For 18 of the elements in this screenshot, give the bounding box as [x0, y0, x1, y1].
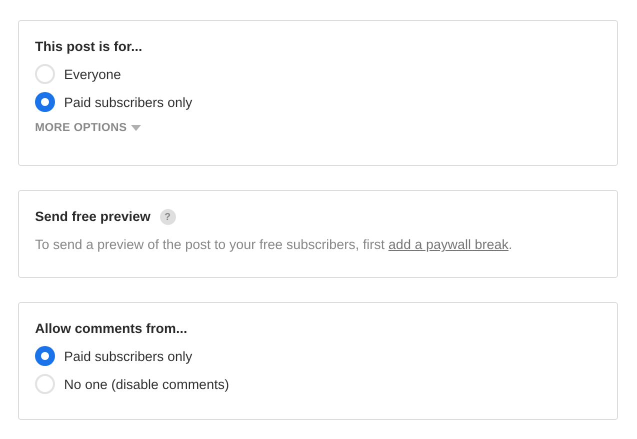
section-title: Send free preview [35, 208, 151, 226]
section-title: This post is for... [35, 38, 142, 56]
radio-button[interactable] [35, 346, 55, 366]
description-text: To send a preview of the post to your free subscribers, first add a paywall break. [35, 236, 514, 254]
radio-button[interactable] [35, 92, 55, 112]
radio-button[interactable] [35, 64, 55, 84]
option-label: Paid subscribers only [64, 348, 192, 364]
option-label: Everyone [64, 66, 122, 82]
radio-option[interactable]: Paid subscribers only [35, 346, 601, 366]
option-label: Paid subscribers only [64, 94, 192, 110]
radio-option[interactable]: Paid subscribers only [35, 92, 601, 112]
radio-button[interactable] [35, 374, 55, 394]
radio-option[interactable]: Everyone [35, 64, 601, 84]
caret-icon [130, 125, 141, 131]
paywall-link[interactable]: add a paywall break [388, 237, 508, 252]
option-label: No one (disable comments) [64, 376, 230, 392]
section-title: Allow comments from... [35, 320, 188, 338]
radio-option[interactable]: No one (disable comments) [35, 374, 601, 394]
